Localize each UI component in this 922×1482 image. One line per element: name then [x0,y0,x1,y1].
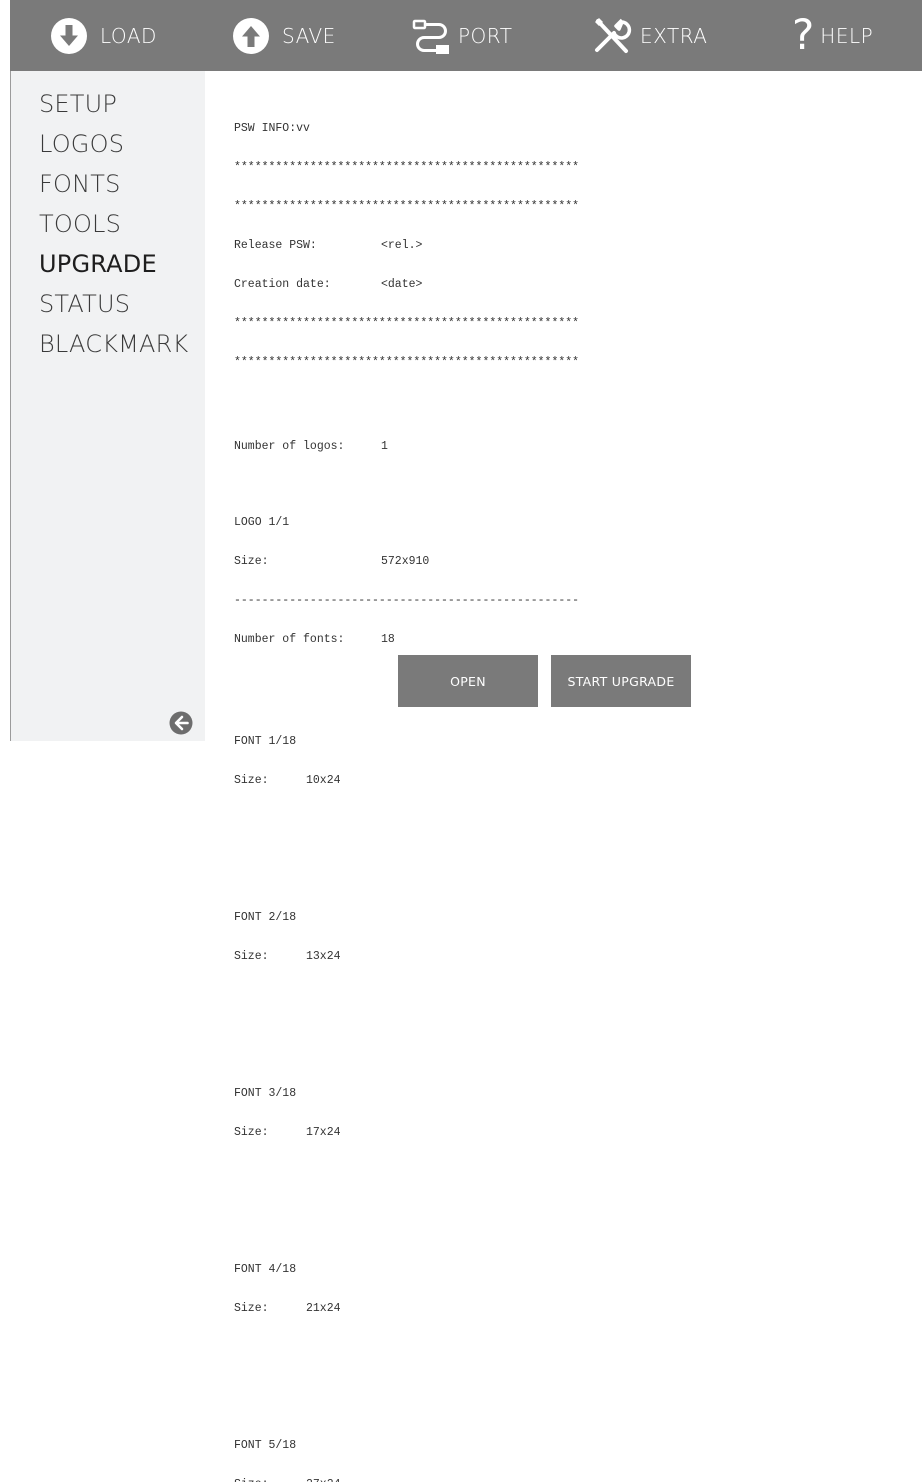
sidebar-item-status[interactable]: STATUS [39,290,188,330]
dashes-line: ----------------------------------------… [234,594,580,607]
font-size-row: Size: 13x24 [234,950,579,963]
release-row: Release PSW: <rel.> [234,239,579,252]
save-button[interactable]: SAVE [232,0,336,71]
load-label: LOAD [100,23,157,48]
font-entry: FONT 2/18 Size: 13x24 [234,885,579,989]
psw-info-title: PSW INFO:vv [234,122,310,135]
font-size-value: 27x24 [306,1478,341,1482]
font-size-row: Size: 17x24 [234,1126,579,1139]
font-size-label: Size: [234,1478,306,1482]
font-size-row: Size: 10x24 [234,774,579,787]
stars-line: ****************************************… [234,356,580,369]
top-toolbar: LOAD SAVE PORT EXTRA ? HELP [10,0,922,71]
font-size-label: Size: [234,1126,269,1139]
creation-row: Creation date: <date> [234,278,579,291]
logos-count-label: Number of logos: [234,440,345,453]
sidebar-item-blackmark[interactable]: BLACKMARK [39,330,188,370]
logo-size-label: Size: [234,555,269,568]
help-label: HELP [820,23,874,48]
port-label: PORT [458,23,513,48]
font-title: FONT 2/18 [234,911,297,924]
font-size-row: Size:27x24 [234,1478,579,1482]
fonts-count-value: 18 [381,633,395,646]
usb-cable-icon [412,18,452,54]
font-entry: FONT 3/18 Size: 17x24 [234,1061,579,1165]
font-title: FONT 5/18 [234,1439,297,1452]
question-mark-icon: ? [792,9,815,59]
font-size-value: 21x24 [306,1302,341,1315]
stars-line: ****************************************… [234,161,580,174]
fonts-count-row: Number of fonts: 18 [234,633,579,646]
font-size-label: Size: [234,774,269,787]
tools-icon [592,16,632,56]
font-size-value: 10x24 [306,774,341,787]
load-button[interactable]: LOAD [50,0,157,71]
release-label: Release PSW: [234,239,317,252]
sidebar-item-upgrade[interactable]: UPGRADE [39,250,188,290]
logos-count-value: 1 [381,440,388,453]
open-button[interactable]: OPEN [398,655,538,707]
back-button[interactable] [169,711,193,735]
creation-value: <date> [381,278,423,291]
logo-size-value: 572x910 [381,555,430,568]
font-size-value: 13x24 [306,950,341,963]
sidebar-item-fonts[interactable]: FONTS [39,170,188,210]
stars-line: ****************************************… [234,200,580,213]
upload-circle-icon [232,17,270,55]
sidebar-item-tools[interactable]: TOOLS [39,210,188,250]
fonts-count-label: Number of fonts: [234,633,345,646]
port-button[interactable]: PORT [412,0,512,71]
font-title: FONT 3/18 [234,1087,297,1100]
release-value: <rel.> [381,239,423,252]
font-size-row: Size: 21x24 [234,1302,579,1315]
back-arrow-icon [169,711,193,735]
save-label: SAVE [282,23,336,48]
font-size-label: Size: [234,1302,269,1315]
extra-label: EXTRA [640,23,708,48]
upgrade-panel: PSW INFO:vv ****************************… [205,71,922,1482]
logos-count-row: Number of logos: 1 [234,440,579,453]
download-circle-icon [50,17,88,55]
stars-line: ****************************************… [234,317,580,330]
sidebar-item-logos[interactable]: LOGOS [39,130,188,170]
font-title: FONT 4/18 [234,1263,297,1276]
sidebar-item-setup[interactable]: SETUP [39,90,188,130]
font-entry: FONT 1/18 Size: 10x24 [234,709,579,813]
logo-title: LOGO 1/1 [234,516,290,529]
extra-button[interactable]: EXTRA [592,0,707,71]
sidebar-nav: SETUP LOGOS FONTS TOOLS UPGRADE STATUS B… [39,90,188,370]
font-entry: FONT 5/18 Size:27x24 [234,1413,579,1482]
help-button[interactable]: ? HELP [792,0,873,71]
sidebar: SETUP LOGOS FONTS TOOLS UPGRADE STATUS B… [11,71,205,741]
font-title: FONT 1/18 [234,735,297,748]
psw-info-text: PSW INFO:vv ****************************… [234,96,579,1482]
font-entry: FONT 4/18 Size: 21x24 [234,1237,579,1341]
creation-label: Creation date: [234,278,331,291]
font-size-value: 17x24 [306,1126,341,1139]
font-size-label: Size: [234,950,269,963]
start-upgrade-button[interactable]: START UPGRADE [551,655,691,707]
logo-size-row: Size: 572x910 [234,555,579,568]
